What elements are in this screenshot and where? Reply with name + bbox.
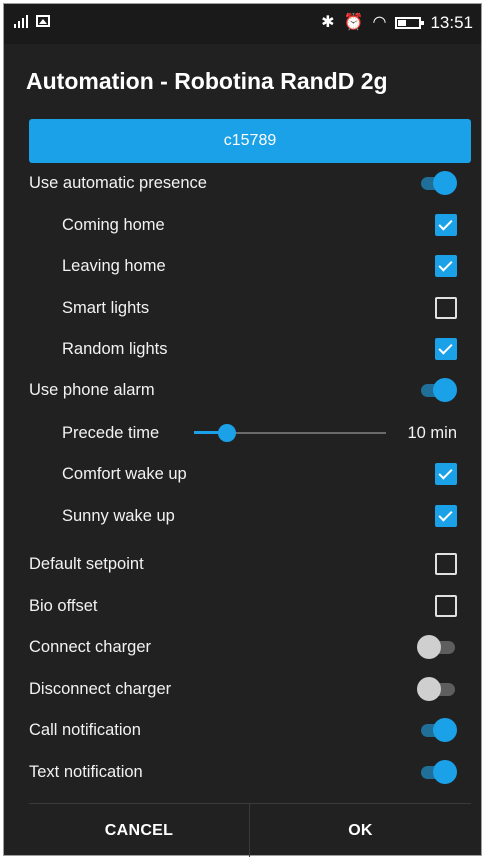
- row-coming-home[interactable]: Coming home: [4, 207, 481, 243]
- row-use-automatic-presence[interactable]: Use automatic presence: [4, 165, 481, 201]
- precede-time-slider[interactable]: [194, 421, 386, 445]
- row-label: Connect charger: [29, 637, 151, 656]
- text-notification-switch[interactable]: [417, 760, 457, 784]
- row-disconnect-charger[interactable]: Disconnect charger: [4, 671, 481, 707]
- status-left: [14, 14, 50, 28]
- use-automatic-presence-switch[interactable]: [417, 171, 457, 195]
- row-label: Comfort wake up: [62, 464, 187, 483]
- status-right: ✱ ⏰ ◠ 13:51: [321, 13, 473, 33]
- comfort-wake-up-checkbox[interactable]: [435, 463, 457, 485]
- precede-time-value: 10 min: [407, 423, 457, 442]
- image-notification-icon: [36, 15, 50, 27]
- row-connect-charger[interactable]: Connect charger: [4, 629, 481, 665]
- bio-offset-checkbox[interactable]: [435, 595, 457, 617]
- status-bar: ✱ ⏰ ◠ 13:51: [4, 4, 481, 44]
- use-phone-alarm-switch[interactable]: [417, 378, 457, 402]
- row-bio-offset[interactable]: Bio offset: [4, 588, 481, 624]
- row-label: Sunny wake up: [62, 506, 175, 525]
- row-label: Random lights: [62, 339, 168, 358]
- row-label: Disconnect charger: [29, 679, 172, 698]
- user-button-label: c15789: [223, 132, 277, 149]
- alarm-icon: ⏰: [343, 14, 364, 31]
- default-setpoint-checkbox[interactable]: [435, 553, 457, 575]
- row-text-notification[interactable]: Text notification: [4, 754, 481, 790]
- row-label: Leaving home: [62, 256, 166, 275]
- row-leaving-home[interactable]: Leaving home: [4, 248, 481, 284]
- row-comfort-wake-up[interactable]: Comfort wake up: [4, 456, 481, 492]
- sunny-wake-up-checkbox[interactable]: [435, 505, 457, 527]
- row-label: Call notification: [29, 720, 141, 739]
- leaving-home-checkbox[interactable]: [435, 255, 457, 277]
- wifi-icon: ◠: [372, 14, 387, 31]
- row-label: Use automatic presence: [29, 173, 207, 192]
- random-lights-checkbox[interactable]: [435, 338, 457, 360]
- coming-home-checkbox[interactable]: [435, 214, 457, 236]
- dialog-button-bar: CANCEL OK: [4, 804, 481, 857]
- row-label: Use phone alarm: [29, 380, 155, 399]
- ok-button[interactable]: OK: [250, 804, 471, 857]
- row-random-lights[interactable]: Random lights: [4, 331, 481, 367]
- row-label: Smart lights: [62, 298, 150, 317]
- row-label: Text notification: [29, 762, 143, 781]
- row-call-notification[interactable]: Call notification: [4, 712, 481, 748]
- row-label: Coming home: [62, 215, 165, 234]
- call-notification-switch[interactable]: [417, 718, 457, 742]
- phone-screen: ✱ ⏰ ◠ 13:51 Automation - Robotina RandD …: [3, 3, 482, 857]
- cancel-button[interactable]: CANCEL: [29, 804, 249, 857]
- row-precede-time: Precede time 10 min: [4, 415, 481, 451]
- signal-icon: [14, 14, 28, 28]
- row-sunny-wake-up[interactable]: Sunny wake up: [4, 498, 481, 534]
- row-default-setpoint[interactable]: Default setpoint: [4, 546, 481, 582]
- row-label: Default setpoint: [29, 554, 144, 573]
- slider-thumb[interactable]: [217, 424, 236, 442]
- row-label: Precede time: [62, 423, 160, 442]
- disconnect-charger-switch[interactable]: [417, 677, 457, 701]
- row-use-phone-alarm[interactable]: Use phone alarm: [4, 372, 481, 408]
- bluetooth-icon: ✱: [321, 14, 335, 31]
- battery-icon: [395, 17, 425, 29]
- smart-lights-checkbox[interactable]: [435, 297, 457, 319]
- connect-charger-switch[interactable]: [417, 635, 457, 659]
- row-label: Bio offset: [29, 596, 98, 615]
- status-time: 13:51: [430, 13, 473, 32]
- user-button[interactable]: c15789: [29, 119, 471, 163]
- dialog-title: Automation - Robotina RandD 2g: [26, 68, 388, 94]
- row-smart-lights[interactable]: Smart lights: [4, 290, 481, 326]
